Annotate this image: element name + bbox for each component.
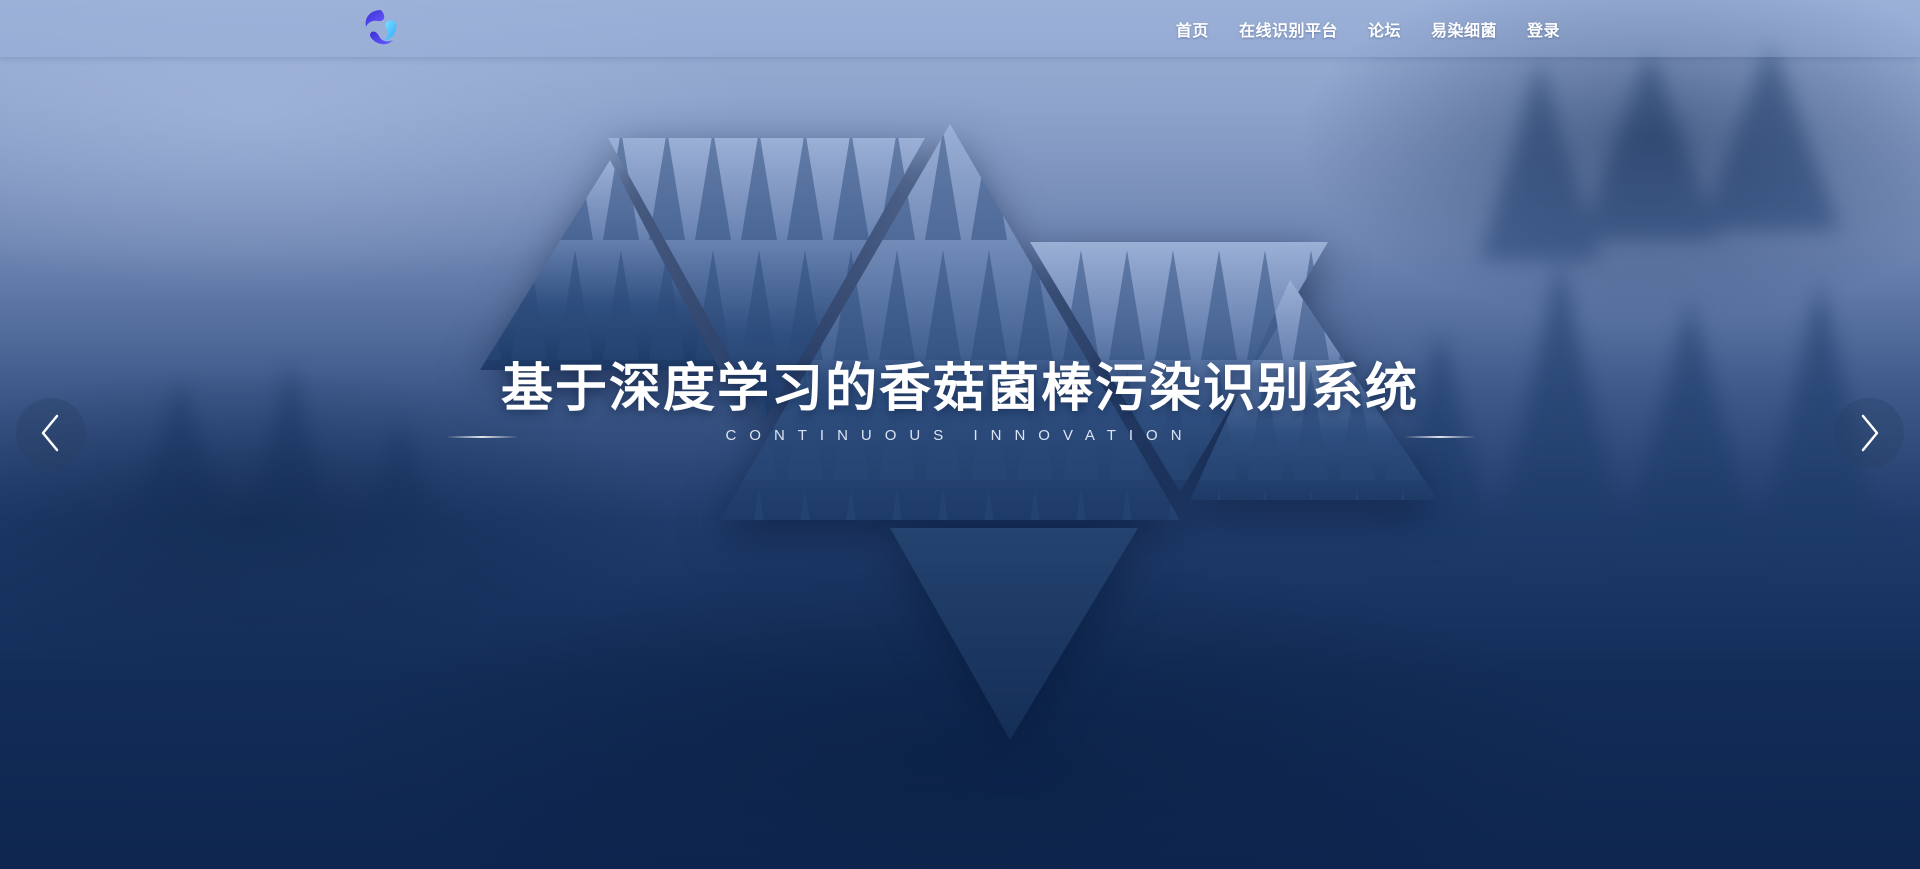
nav-forum[interactable]: 论坛 <box>1368 17 1401 41</box>
subtitle-right-rule <box>1404 436 1476 438</box>
chevron-left-icon <box>41 414 59 452</box>
carousel-next-button[interactable] <box>1834 398 1904 468</box>
nav-home[interactable]: 首页 <box>1176 17 1209 41</box>
bottom-inverted-triangle <box>890 528 1138 740</box>
chevron-right-icon <box>1861 414 1879 452</box>
nav-contaminating-bacteria[interactable]: 易染细菌 <box>1431 17 1497 41</box>
nav-login[interactable]: 登录 <box>1527 17 1560 41</box>
nav-online-recognition[interactable]: 在线识别平台 <box>1239 17 1338 41</box>
carousel-prev-button[interactable] <box>16 398 86 468</box>
top-navbar: 首页 在线识别平台 论坛 易染细菌 登录 <box>0 0 1920 57</box>
main-nav: 首页 在线识别平台 论坛 易染细菌 登录 <box>1176 0 1560 57</box>
hero-subtitle: CONTINUOUS INNOVATION <box>725 427 1195 444</box>
hero-title: 基于深度学习的香菇菌棒污染识别系统 <box>500 359 1419 419</box>
swirl-logo-icon[interactable] <box>362 8 400 48</box>
hero-banner: 首页 在线识别平台 论坛 易染细菌 登录 基于深度学习的香菇菌棒污染识别系统 C… <box>0 0 1920 869</box>
